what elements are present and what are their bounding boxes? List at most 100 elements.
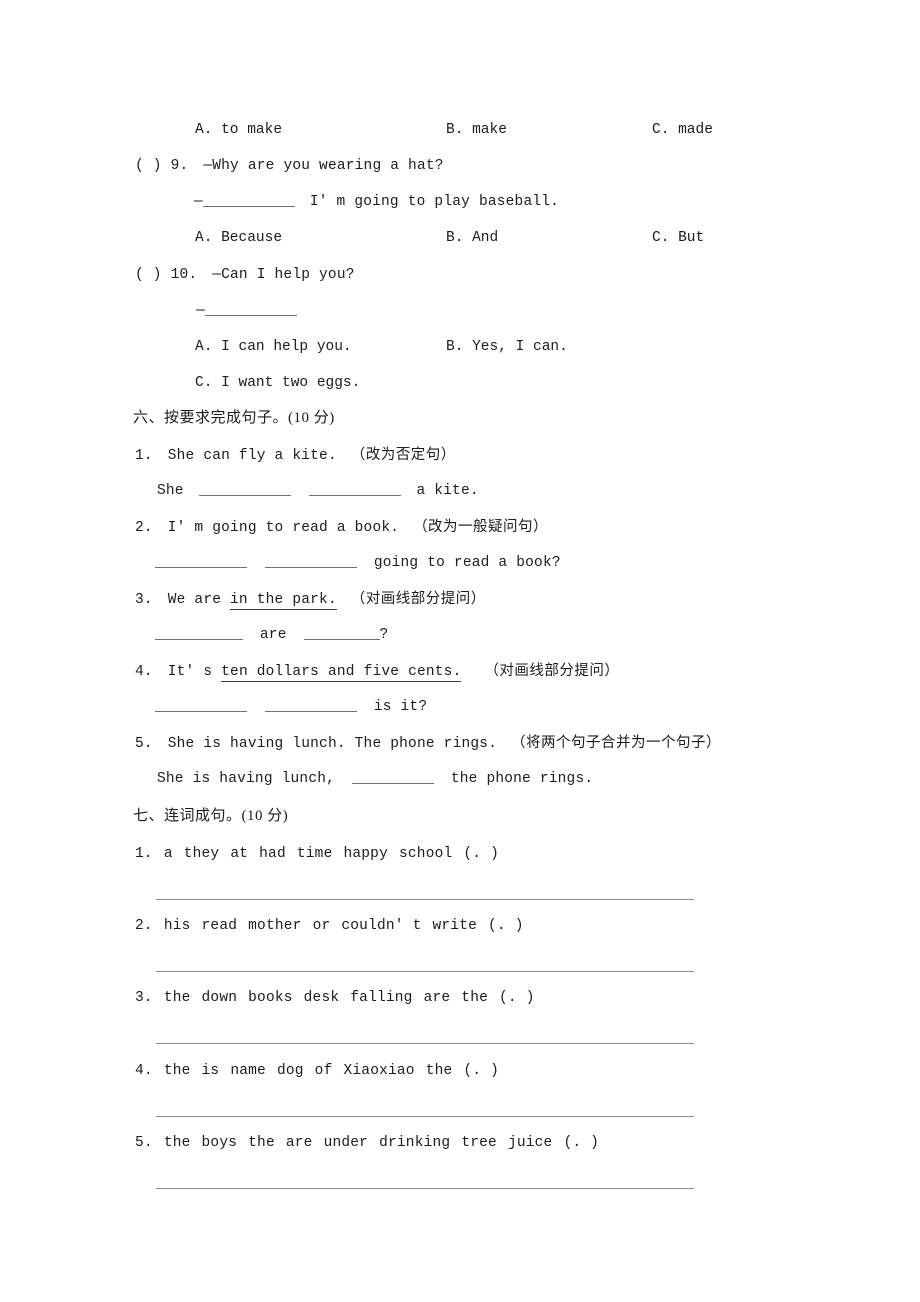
question-9-option-c[interactable]: C. But — [652, 229, 704, 247]
question-10-option-a[interactable]: A. I can help you. — [195, 338, 352, 356]
question-9-options-row: A. Because B. And C. But — [135, 229, 735, 247]
seven-item-5-word-7: tree — [461, 1135, 497, 1151]
seven-item-3-word-6: are — [423, 990, 451, 1006]
item-4-sentence-pre: It' s — [167, 664, 222, 680]
section-six-item-4-question: 4. It' s ten dollars and five cents. （对画… — [135, 662, 619, 682]
item-3-answer-blank-1[interactable] — [155, 627, 243, 640]
item-2-sentence: I' m going to read a book. — [167, 520, 400, 536]
seven-item-4-word-7: the — [425, 1063, 453, 1079]
seven-item-2-answer-rule[interactable] — [156, 971, 694, 972]
seven-item-3-word-4: desk — [303, 990, 340, 1006]
question-10-stem: ( ) 10. —Can I help you? — [135, 266, 355, 284]
seven-item-1-word-7: school — [398, 846, 453, 862]
seven-item-4-word-4: dog — [276, 1063, 304, 1079]
item-3-answer-suffix: ? — [379, 627, 389, 643]
item-1-answer-blank-1[interactable] — [198, 483, 291, 496]
section-six-item-1-question: 1. She can fly a kite. （改为否定句） — [135, 446, 456, 465]
section-six-item-2-question: 2. I' m going to read a book. （改为一般疑问句） — [135, 518, 548, 537]
item-3-answer-blank-2[interactable] — [303, 627, 380, 640]
item-1-answer-suffix: a kite. — [416, 483, 479, 499]
item-2-instruction: （改为一般疑问句） — [413, 519, 549, 535]
seven-item-5-word-2: boys — [201, 1135, 238, 1151]
seven-item-3-word-5: falling — [350, 990, 413, 1006]
question-8-option-b[interactable]: B. make — [446, 121, 507, 139]
question-9-answer-dash: — — [194, 194, 203, 210]
item-4-underlined-target: ten dollars and five cents. — [221, 664, 462, 682]
seven-item-1-word-6: happy — [343, 846, 388, 862]
seven-item-4-word-3: name — [230, 1063, 266, 1079]
seven-item-3-word-1: the — [163, 990, 191, 1006]
item-3-answer-mid: are — [259, 627, 287, 643]
question-9-answer-tail: I' m going to play baseball. — [309, 194, 560, 210]
seven-item-1-word-8: (. ) — [463, 846, 500, 862]
seven-item-4-answer-rule[interactable] — [156, 1116, 694, 1117]
seven-item-1-word-4: had — [259, 846, 286, 862]
item-3-underlined-target: in the park. — [230, 592, 337, 610]
question-10-option-c[interactable]: C. I want two eggs. — [195, 374, 360, 392]
question-8-options-row: A. to make B. make C. made — [135, 121, 735, 139]
question-9-answer-blank[interactable] — [202, 194, 295, 207]
item-5-sentence: She is having lunch. The phone rings. — [167, 736, 498, 752]
question-10-options-row-2: C. I want two eggs. — [135, 374, 735, 392]
section-six-item-3-answer: are ? — [155, 626, 388, 644]
item-1-number: 1. — [135, 448, 153, 464]
section-seven-item-1: 1. a they at had time happy school (. ) — [135, 845, 499, 863]
section-seven-item-5: 5. the boys the are under drinking tree juice (. … — [135, 1134, 599, 1152]
item-1-answer-blank-2[interactable] — [308, 483, 401, 496]
seven-item-3-answer-rule[interactable] — [156, 1043, 694, 1044]
question-9-option-a[interactable]: A. Because — [195, 229, 282, 247]
item-1-instruction: （改为否定句） — [350, 447, 456, 463]
question-9-marker[interactable]: ( ) 9. — [135, 158, 188, 174]
seven-item-5-number: 5. — [135, 1135, 153, 1151]
seven-item-4-word-5: of — [314, 1063, 333, 1079]
item-5-answer-blank[interactable] — [351, 771, 434, 784]
item-4-answer-suffix: is it? — [373, 699, 428, 715]
section-six-heading: 六、按要求完成句子。(10 分) — [133, 410, 335, 426]
question-8-option-c[interactable]: C. made — [652, 121, 713, 139]
item-2-answer-blank-2[interactable] — [264, 555, 357, 568]
item-2-answer-blank-1[interactable] — [155, 555, 247, 568]
seven-item-5-word-1: the — [163, 1135, 191, 1151]
seven-item-4-word-2: is — [201, 1063, 220, 1079]
item-3-instruction: （对画线部分提问） — [350, 591, 486, 607]
seven-item-3-word-7: the — [461, 990, 489, 1006]
section-seven-item-2: 2. his read mother or couldn' t write (. ) — [135, 917, 524, 935]
seven-item-5-word-4: are — [285, 1135, 313, 1151]
item-5-answer-prefix: She is having lunch, — [157, 771, 336, 787]
item-5-instruction: （将两个句子合并为一个句子） — [510, 735, 721, 751]
seven-item-5-word-8: juice — [507, 1135, 553, 1151]
seven-item-2-word-6: write — [432, 918, 478, 934]
item-3-sentence-pre: We are — [167, 592, 231, 608]
seven-item-1-word-5: time — [296, 846, 333, 862]
seven-item-2-word-2: read — [201, 918, 238, 934]
seven-item-3-word-3: books — [248, 990, 293, 1006]
question-10-option-b[interactable]: B. Yes, I can. — [446, 338, 568, 356]
section-six-item-1-answer: She a kite. — [157, 482, 479, 500]
item-4-answer-blank-1[interactable] — [155, 699, 247, 712]
item-3-number: 3. — [135, 592, 153, 608]
section-six-item-5-answer: She is having lunch, the phone rings. — [157, 770, 593, 788]
section-seven-heading: 七、连词成句。(10 分) — [133, 808, 289, 824]
question-8-option-a[interactable]: A. to make — [195, 121, 282, 139]
seven-item-4-word-1: the — [163, 1063, 191, 1079]
question-9-answer-line: — I' m going to play baseball. — [194, 193, 559, 211]
item-4-answer-blank-2[interactable] — [264, 699, 357, 712]
worksheet-page: A. to make B. make C. made ( ) 9. —Why a… — [0, 0, 920, 1302]
question-10-options-row-1: A. I can help you. B. Yes, I can. — [135, 338, 735, 356]
item-1-sentence: She can fly a kite. — [167, 448, 337, 464]
seven-item-4-word-8: (. ) — [463, 1063, 500, 1079]
question-9-stem: ( ) 9. —Why are you wearing a hat? — [135, 157, 444, 175]
item-4-number: 4. — [135, 664, 153, 680]
seven-item-4-number: 4. — [135, 1063, 153, 1079]
question-10-answer-dash: — — [196, 303, 205, 319]
section-six-item-5-question: 5. She is having lunch. The phone rings.… — [135, 734, 721, 753]
seven-item-1-answer-rule[interactable] — [156, 899, 694, 900]
seven-item-1-word-1: a — [163, 846, 173, 862]
seven-item-1-number: 1. — [135, 846, 153, 862]
question-10-answer-blank[interactable] — [204, 303, 297, 316]
item-1-answer-prefix: She — [157, 483, 184, 499]
question-10-marker[interactable]: ( ) 10. — [135, 267, 197, 283]
question-9-option-b[interactable]: B. And — [446, 229, 498, 247]
seven-item-5-answer-rule[interactable] — [156, 1188, 694, 1189]
seven-item-3-word-8: (. ) — [499, 990, 535, 1006]
